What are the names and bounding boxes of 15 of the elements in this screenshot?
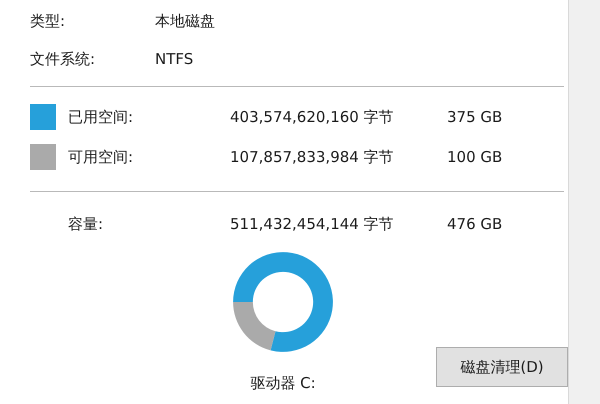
size-value: 375 GB bbox=[447, 108, 502, 126]
drive-label: 驱动器 C: bbox=[250, 374, 316, 393]
size-value: 100 GB bbox=[447, 148, 502, 166]
byte-count: 403,574,620,160 字节 bbox=[230, 108, 395, 126]
field-value: NTFS bbox=[155, 50, 194, 68]
field-label: 文件系统: bbox=[30, 50, 96, 68]
capacity-label: 容量: bbox=[67, 214, 104, 234]
size-value: 476 GB bbox=[447, 215, 502, 233]
byte-count: 107,857,833,984 字节 bbox=[230, 148, 395, 166]
disk-cleanup-button[interactable]: 磁盘清理(D) bbox=[436, 347, 568, 387]
space-label: 可用空间: bbox=[68, 148, 134, 166]
field-value: 本地磁盘 bbox=[155, 12, 215, 30]
byte-count: 511,432,454,144 字节 bbox=[230, 214, 395, 234]
space-label: 已用空间: bbox=[68, 108, 134, 126]
field-label: 类型: bbox=[30, 12, 66, 30]
